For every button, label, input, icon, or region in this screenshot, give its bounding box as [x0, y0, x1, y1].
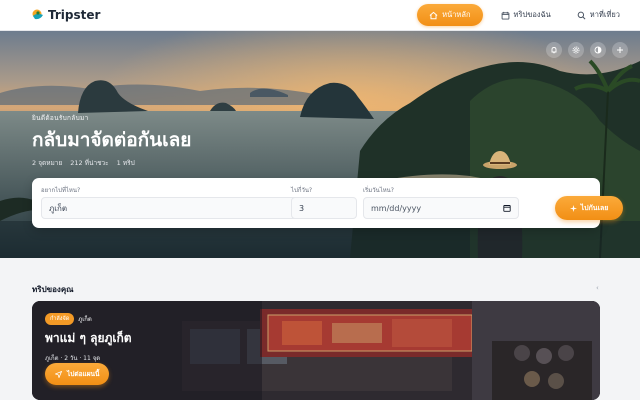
plus-icon[interactable] [612, 42, 628, 58]
status-badge: กำลังจัด [45, 313, 75, 325]
start-date-label: เริ่มวันไหน? [363, 187, 394, 194]
my-trips-section: ทริปของคุณ ‹ กำลังจัด ภูเก็ต พาแม่ ๆ ลุย… [0, 258, 640, 400]
hero-text: ยินดีต้อนรับกลับมา กลับมาจัดต่อกันเลย 2 … [32, 113, 191, 168]
stat-places: 212 ที่น่าชวะ [70, 159, 109, 167]
destination-label: อยากไปที่ไหน? [41, 187, 81, 194]
trip-title: พาแม่ ๆ ลุยภูเก็ต [45, 331, 132, 345]
sparkle-icon [569, 204, 577, 212]
search-icon [577, 11, 586, 19]
hero-stats: 2 จุดหมาย 212 ที่น่าชวะ 1 ทริป [32, 158, 191, 168]
hero-eyebrow: ยินดีต้อนรับกลับมา [32, 114, 89, 122]
hero-actions [546, 42, 628, 58]
continue-trip-label: ไปต่อแผนนี้ [67, 370, 100, 378]
nav-item-label: หาที่เที่ยว [589, 10, 620, 19]
days-input[interactable]: 3 [291, 197, 357, 219]
logo-icon [32, 9, 43, 20]
gear-icon[interactable] [568, 42, 584, 58]
trip-search-form: อยากไปที่ไหน? ภูเก็ต ไปกี่วัน? 3 เริ่มวั… [32, 178, 623, 228]
nav-item-my-trips[interactable]: ทริปของฉัน [493, 4, 559, 26]
nav-item-home[interactable]: หน้าหลัก [417, 4, 483, 26]
trip-card[interactable]: กำลังจัด ภูเก็ต พาแม่ ๆ ลุยภูเก็ต ภูเก็ต… [32, 301, 600, 400]
bell-icon[interactable] [546, 42, 562, 58]
section-title: ทริปของคุณ [32, 285, 74, 294]
start-date-placeholder: mm/dd/yyyy [371, 203, 422, 213]
top-header: Tripster หน้าหลัก ทริปของฉัน หาที่เที่ยว [0, 0, 640, 31]
send-icon [55, 370, 62, 378]
days-value: 3 [299, 203, 305, 213]
trip-meta: ภูเก็ต · 2 วัน · 11 จุด [45, 355, 101, 362]
calendar-icon [503, 205, 511, 212]
calendar-icon [501, 11, 509, 20]
stat-trips: 1 ทริป [116, 159, 135, 167]
nav-item-explore[interactable]: หาที่เที่ยว [569, 4, 628, 26]
main-nav: หน้าหลัก ทริปของฉัน หาที่เที่ยว [417, 4, 628, 26]
trip-info: กำลังจัด ภูเก็ต พาแม่ ๆ ลุยภูเก็ต ภูเก็ต… [45, 313, 132, 363]
app-name: Tripster [48, 8, 101, 22]
continue-trip-button[interactable]: ไปต่อแผนนี้ [45, 363, 110, 385]
start-date-input[interactable]: mm/dd/yyyy [363, 197, 519, 219]
page-title: กลับมาจัดต่อกันเลย [32, 129, 192, 151]
destination-select[interactable]: ภูเก็ต [41, 197, 317, 219]
days-label: ไปกี่วัน? [291, 187, 313, 194]
trip-place: ภูเก็ต [78, 316, 92, 323]
home-icon [429, 11, 438, 19]
submit-search-button[interactable]: ไปกันเลย [555, 196, 623, 220]
nav-item-label: หน้าหลัก [442, 10, 471, 19]
logo[interactable]: Tripster [32, 8, 100, 22]
contrast-icon[interactable] [590, 42, 606, 58]
trip-badge-row: กำลังจัด ภูเก็ต [45, 313, 132, 325]
submit-label: ไปกันเลย [580, 203, 609, 212]
stat-destinations: 2 จุดหมาย [32, 159, 63, 167]
section-nav-arrow[interactable]: ‹ [596, 284, 599, 292]
nav-item-label: ทริปของฉัน [513, 10, 551, 19]
destination-value: ภูเก็ต [49, 203, 68, 213]
